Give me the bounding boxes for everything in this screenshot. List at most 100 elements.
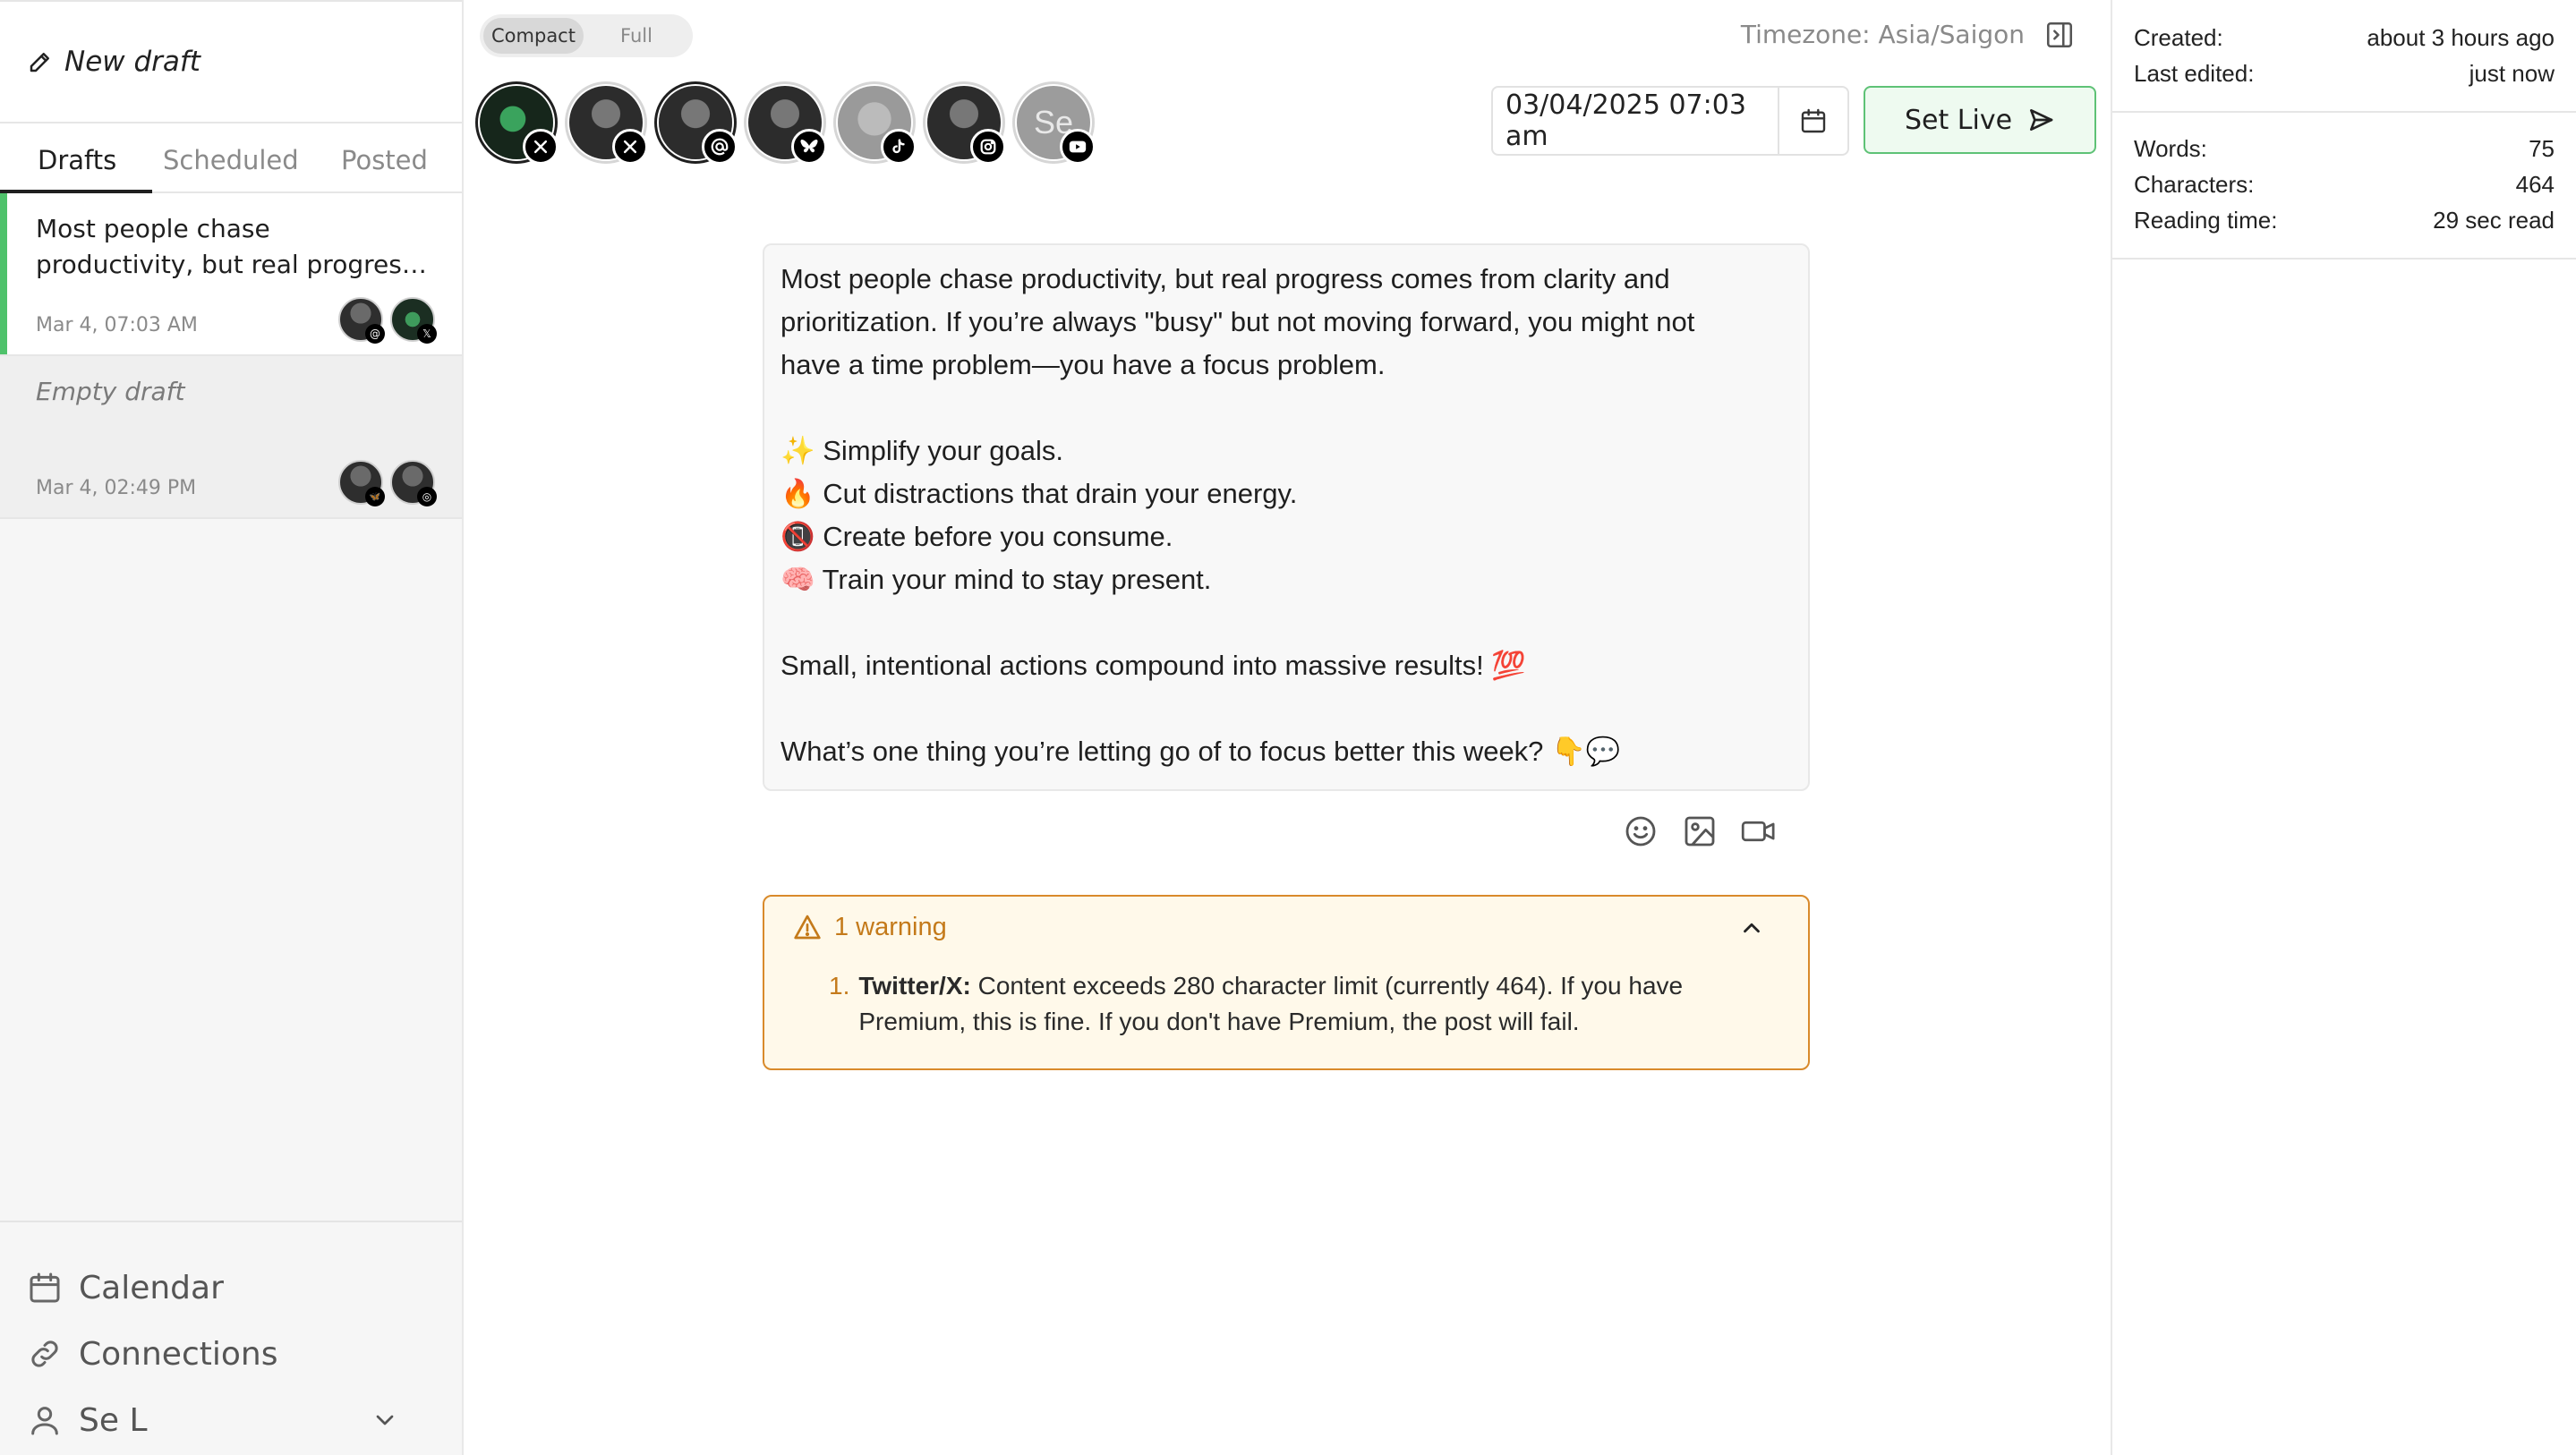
threads-icon xyxy=(702,129,738,165)
x-icon xyxy=(612,129,648,165)
words-label: Words: xyxy=(2134,135,2207,162)
draft-preview: Most people chase productivity, but real… xyxy=(36,211,430,283)
account-x-2[interactable] xyxy=(569,86,648,165)
nav-user-menu[interactable]: Se L xyxy=(27,1387,435,1453)
video-icon xyxy=(1741,821,1775,842)
set-live-label: Set Live xyxy=(1904,104,2013,136)
words-row: Words: 75 xyxy=(2134,131,2555,166)
reading-time-row: Reading time: 29 sec read xyxy=(2134,202,2555,238)
characters-row: Characters: 464 xyxy=(2134,166,2555,202)
draft-list-item[interactable]: Most people chase productivity, but real… xyxy=(0,193,462,356)
new-draft-label: New draft xyxy=(64,46,200,78)
add-video-button[interactable] xyxy=(1740,813,1778,850)
bluesky-icon: 🦋 xyxy=(365,487,385,506)
draft-accounts: 🦋 ◎ xyxy=(338,460,437,506)
instagram-icon xyxy=(970,129,1006,165)
characters-value: 464 xyxy=(2515,171,2555,198)
tab-scheduled[interactable]: Scheduled xyxy=(163,145,299,191)
nav-connections[interactable]: Connections xyxy=(27,1321,435,1387)
account-tiktok[interactable] xyxy=(838,86,917,165)
threads-icon: @ xyxy=(365,324,385,344)
panel-toggle-icon[interactable] xyxy=(2044,20,2075,50)
tab-drafts[interactable]: Drafts xyxy=(38,145,116,191)
add-image-button[interactable] xyxy=(1681,813,1719,850)
nav-label: Calendar xyxy=(79,1269,224,1306)
account-avatar: 𝕏 xyxy=(390,297,437,344)
created-row: Created: about 3 hours ago xyxy=(2134,20,2555,55)
draft-date: Mar 4, 02:49 PM xyxy=(36,477,197,499)
draft-preview-line: Most people chase xyxy=(36,214,270,243)
x-icon: 𝕏 xyxy=(417,324,437,344)
emoji-button[interactable] xyxy=(1622,813,1659,850)
tab-posted[interactable]: Posted xyxy=(341,145,428,191)
warning-number: 1. xyxy=(829,972,850,1000)
created-label: Created: xyxy=(2134,24,2223,51)
timezone-label: Timezone: Asia/Saigon xyxy=(1740,20,2025,49)
editor-toolbar xyxy=(1622,813,1778,850)
set-live-button[interactable]: Set Live xyxy=(1864,86,2096,154)
details-panel: Created: about 3 hours ago Last edited: … xyxy=(2111,0,2576,1455)
draft-accounts: @ 𝕏 xyxy=(338,297,437,344)
datetime-value[interactable]: 03/04/2025 07:03 am xyxy=(1493,89,1778,152)
calendar-icon xyxy=(1801,108,1826,133)
nav-label: Se L xyxy=(79,1401,148,1439)
calendar-icon xyxy=(30,1272,60,1303)
account-avatar: ◎ xyxy=(390,460,437,506)
reading-time-label: Reading time: xyxy=(2134,207,2278,234)
date-picker-button[interactable] xyxy=(1778,88,1847,154)
nav-label: Connections xyxy=(79,1335,278,1373)
edited-row: Last edited: just now xyxy=(2134,55,2555,91)
warning-panel: 1 warning 1. Twitter/X: Content exceeds … xyxy=(763,895,1810,1070)
account-x-1[interactable] xyxy=(480,86,559,165)
sidebar-header: New draft xyxy=(0,0,462,123)
draft-tabs: Drafts Scheduled Posted xyxy=(0,123,462,193)
smile-icon xyxy=(1625,816,1656,847)
warning-item: 1. Twitter/X: Content exceeds 280 charac… xyxy=(764,957,1808,1040)
account-avatar: @ xyxy=(338,297,385,344)
app-root: New draft Drafts Scheduled Posted Most p… xyxy=(0,0,2576,1455)
warning-text: Twitter/X: Content exceeds 280 character… xyxy=(858,968,1772,1040)
edited-value: just now xyxy=(2469,60,2555,87)
draft-date: Mar 4, 07:03 AM xyxy=(36,314,198,336)
post-content-editor[interactable]: Most people chase productivity, but real… xyxy=(763,243,1810,791)
new-draft-button[interactable]: New draft xyxy=(27,46,200,78)
chevron-down-icon[interactable] xyxy=(371,1406,399,1434)
schedule-datetime-field[interactable]: 03/04/2025 07:03 am xyxy=(1491,86,1849,156)
warning-header[interactable]: 1 warning xyxy=(764,897,1808,957)
image-icon xyxy=(1685,816,1715,847)
account-youtube[interactable]: Se xyxy=(1017,86,1096,165)
draft-title: Empty draft xyxy=(36,377,185,406)
draft-preview-line: productivity, but real progres… xyxy=(36,250,427,279)
warning-platform: Twitter/X: xyxy=(858,972,971,1000)
youtube-icon xyxy=(1060,129,1096,165)
characters-label: Characters: xyxy=(2134,171,2255,198)
tiktok-icon xyxy=(881,129,917,165)
account-selector: Se xyxy=(480,86,1096,165)
user-icon xyxy=(31,1407,58,1435)
account-avatar: 🦋 xyxy=(338,460,385,506)
timestamps-section: Created: about 3 hours ago Last edited: … xyxy=(2112,0,2576,113)
view-mode-toggle[interactable]: Compact Full xyxy=(480,14,693,57)
account-bluesky[interactable] xyxy=(748,86,827,165)
created-value: about 3 hours ago xyxy=(2367,24,2555,51)
view-compact-option[interactable]: Compact xyxy=(483,18,584,54)
account-threads[interactable] xyxy=(659,86,738,165)
main-area: Compact Full Timezone: Asia/Saigon Se 03… xyxy=(464,0,2111,1455)
instagram-icon: ◎ xyxy=(417,487,437,506)
nav-calendar[interactable]: Calendar xyxy=(27,1255,435,1321)
content-stats-section: Words: 75 Characters: 464 Reading time: … xyxy=(2112,113,2576,260)
edited-label: Last edited: xyxy=(2134,60,2255,87)
draft-list-item[interactable]: Empty draft Mar 4, 02:49 PM 🦋 ◎ xyxy=(0,356,462,519)
reading-time-value: 29 sec read xyxy=(2433,207,2555,234)
view-full-option[interactable]: Full xyxy=(584,18,689,54)
pencil-icon xyxy=(30,53,49,72)
sidebar-footer: Calendar Connections Se L xyxy=(0,1221,462,1455)
chevron-up-icon[interactable] xyxy=(1738,915,1765,941)
link-icon xyxy=(31,1340,58,1367)
account-instagram[interactable] xyxy=(927,86,1006,165)
words-value: 75 xyxy=(2529,135,2555,162)
bluesky-icon xyxy=(791,129,827,165)
warning-title: 1 warning xyxy=(834,912,947,941)
sidebar: New draft Drafts Scheduled Posted Most p… xyxy=(0,0,464,1455)
warning-triangle-icon xyxy=(794,915,821,940)
